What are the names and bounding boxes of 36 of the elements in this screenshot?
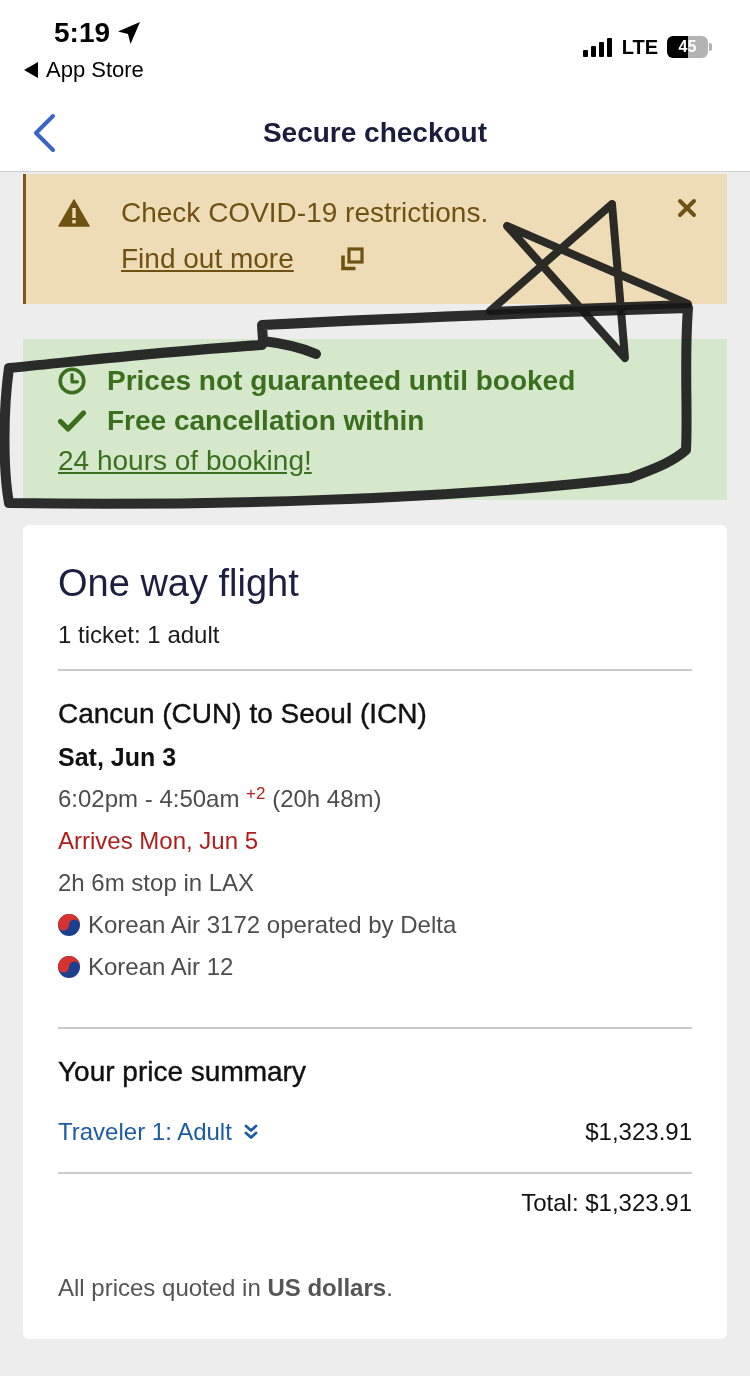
checkmark-icon (58, 410, 86, 432)
status-time: 5:19 (54, 16, 111, 50)
route-title: Cancun (CUN) to Seoul (ICN) (58, 697, 427, 731)
alert-message: Check COVID-19 restrictions. (121, 196, 489, 230)
warning-icon (58, 199, 90, 227)
flight-number: Korean Air 3172 operated by Delta (88, 910, 457, 940)
location-arrow-icon (117, 21, 142, 45)
currency-note: All prices quoted in US dollars. (58, 1273, 393, 1303)
find-out-more-link[interactable]: Find out more (121, 241, 294, 277)
flight-times: 6:02pm - 4:50am $^{+2}$ (20h 48m) (58, 782, 382, 814)
traveler-toggle[interactable]: Traveler 1: Adult (58, 1114, 258, 1150)
stopover-info: 2h 6m stop in LAX (58, 868, 255, 898)
info-text: Prices not guaranteed until booked (58, 361, 576, 401)
double-chevron-down-icon (243, 1124, 258, 1140)
info-text: Free cancellation within 24 hours of booking! (58, 404, 426, 478)
network-label: LTE (621, 36, 658, 58)
ticket-count: 1 ticket: 1 adult (58, 620, 220, 650)
cancellation-policy-link[interactable]: 24 hours of booking! (58, 445, 312, 476)
signal-icon (582, 37, 613, 57)
clock-icon (58, 367, 86, 395)
swirl-logo-icon (58, 914, 80, 936)
new-window-icon (339, 247, 364, 271)
caret-left-icon (24, 62, 38, 78)
back-to-app-link[interactable]: App Store (24, 57, 144, 83)
price-summary-title: Your price summary (58, 1055, 306, 1089)
page-title: Secure checkout (262, 116, 488, 150)
back-chevron-icon (31, 113, 57, 153)
flight-number: Korean Air 12 (88, 952, 234, 982)
total-price: Total: $1,323.91 (521, 1188, 692, 1218)
close-button[interactable] (677, 198, 697, 218)
arrival-date: Arrives Mon, Jun 5 (58, 826, 259, 856)
departure-date: Sat, Jun 3 (58, 742, 177, 773)
card-title: One way flight (58, 561, 299, 606)
close-icon (677, 198, 697, 218)
swirl-logo-icon (58, 956, 80, 978)
traveler-price: $1,323.91 (585, 1117, 692, 1147)
